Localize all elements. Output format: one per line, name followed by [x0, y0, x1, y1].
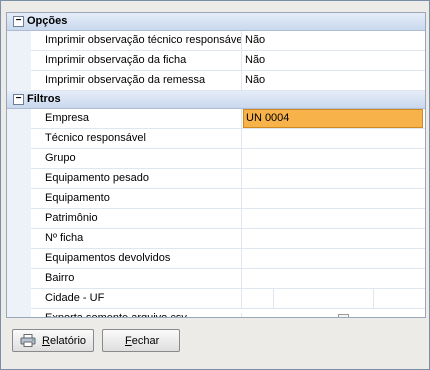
row-label: Bairro: [31, 269, 242, 288]
row-value[interactable]: [243, 209, 425, 228]
row-value[interactable]: [243, 149, 425, 168]
printer-icon: [20, 334, 36, 347]
option-row-print-ficha-obs[interactable]: Imprimir observação da ficha Não: [31, 51, 425, 71]
row-value-selected[interactable]: UN 0004: [243, 109, 423, 128]
category-title: Filtros: [27, 93, 61, 105]
uf-field-divider: [373, 289, 374, 308]
report-dialog: − Opções Imprimir observação técnico res…: [0, 0, 430, 370]
row-label: Equipamentos devolvidos: [31, 249, 242, 268]
filter-row-tecnico[interactable]: Técnico responsável: [31, 129, 425, 149]
row-label: Patrimônio: [31, 209, 242, 228]
report-button-label: Relatório: [42, 335, 87, 347]
property-grid: − Opções Imprimir observação técnico res…: [6, 12, 426, 318]
grid-bottom-fill: [31, 309, 425, 313]
row-value[interactable]: Não: [243, 71, 425, 90]
row-value[interactable]: Não: [243, 51, 425, 70]
filter-row-empresa[interactable]: Empresa UN 0004: [31, 109, 425, 129]
filter-row-equipamento[interactable]: Equipamento: [31, 189, 425, 209]
row-label: Empresa: [31, 109, 242, 128]
row-value[interactable]: [243, 269, 425, 288]
cidade-field-divider: [273, 289, 274, 308]
row-value[interactable]: [243, 289, 425, 308]
category-filtros[interactable]: − Filtros: [7, 91, 425, 109]
category-title: Opções: [27, 15, 68, 27]
row-label: Grupo: [31, 149, 242, 168]
row-value[interactable]: [243, 229, 425, 248]
filter-row-equip-pesado[interactable]: Equipamento pesado: [31, 169, 425, 189]
row-label: Equipamento pesado: [31, 169, 242, 188]
row-label: Imprimir observação da remessa: [31, 71, 242, 90]
row-label: Nº ficha: [31, 229, 242, 248]
row-label: Cidade - UF: [31, 289, 242, 308]
close-button[interactable]: Fechar: [102, 329, 180, 352]
filter-row-grupo[interactable]: Grupo: [31, 149, 425, 169]
filter-row-ficha[interactable]: Nº ficha: [31, 229, 425, 249]
row-label: Imprimir observação da ficha: [31, 51, 242, 70]
category-opcoes[interactable]: − Opções: [7, 13, 425, 31]
collapse-icon[interactable]: −: [13, 94, 24, 105]
filter-row-equip-devolvidos[interactable]: Equipamentos devolvidos: [31, 249, 425, 269]
checkbox-icon[interactable]: [338, 314, 349, 317]
option-row-print-remessa-obs[interactable]: Imprimir observação da remessa Não: [31, 71, 425, 91]
row-value[interactable]: Não: [243, 31, 425, 50]
row-value[interactable]: [243, 129, 425, 148]
report-button[interactable]: Relatório: [12, 329, 94, 352]
collapse-icon[interactable]: −: [13, 16, 24, 27]
row-label: Imprimir observação técnico responsável: [31, 31, 242, 50]
row-label: Técnico responsável: [31, 129, 242, 148]
filter-row-bairro[interactable]: Bairro: [31, 269, 425, 289]
row-value[interactable]: [243, 169, 425, 188]
filter-row-patrimonio[interactable]: Patrimônio: [31, 209, 425, 229]
close-button-label: Fechar: [125, 335, 160, 347]
grid-gutter: [7, 13, 31, 317]
row-label: Equipamento: [31, 189, 242, 208]
row-value[interactable]: [243, 249, 425, 268]
row-value[interactable]: [243, 189, 425, 208]
filter-row-cidade-uf[interactable]: Cidade - UF: [31, 289, 425, 309]
option-row-print-tech-obs[interactable]: Imprimir observação técnico responsável …: [31, 31, 425, 51]
